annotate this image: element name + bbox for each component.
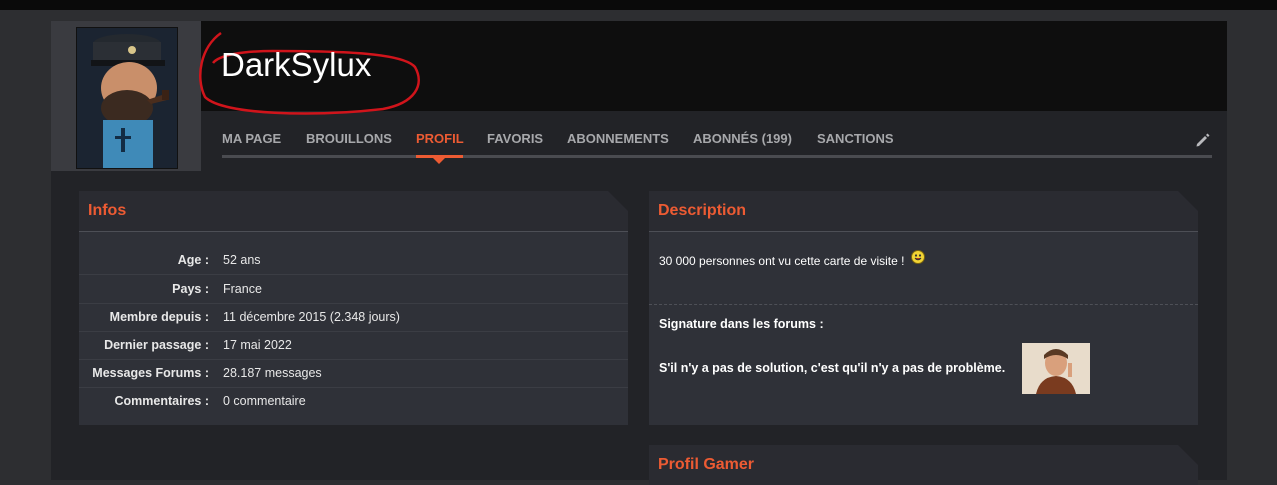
tab-sanctions[interactable]: SANCTIONS	[817, 131, 894, 146]
username: DarkSylux	[221, 46, 372, 83]
info-value: 0 commentaire	[223, 394, 306, 408]
signature-text: S'il n'y a pas de solution, c'est qu'il …	[659, 361, 1006, 375]
description-text: 30 000 personnes ont vu cette carte de v…	[659, 250, 925, 268]
tab-abonnements[interactable]: ABONNEMENTS	[567, 131, 669, 146]
top-bar	[0, 0, 1277, 10]
tab-abonnes[interactable]: ABONNÉS (199)	[693, 131, 792, 146]
info-row-age: Age : 52 ans	[79, 246, 628, 275]
signature-image	[1022, 343, 1090, 394]
description-text-content: 30 000 personnes ont vu cette carte de v…	[659, 254, 905, 268]
panel-corner	[1178, 445, 1198, 465]
info-label: Pays :	[172, 282, 209, 296]
active-tab-arrow	[433, 158, 445, 164]
tab-divider	[222, 155, 1212, 158]
avatar[interactable]	[76, 27, 178, 169]
panel-corner	[608, 191, 628, 211]
tab-ma-page[interactable]: MA PAGE	[222, 131, 281, 146]
info-row-membre-depuis: Membre depuis : 11 décembre 2015 (2.348 …	[79, 303, 628, 332]
infos-panel: Infos Age : 52 ans Pays : France Membre …	[79, 191, 628, 425]
profil-gamer-title: Profil Gamer	[658, 456, 755, 473]
info-value: 17 mai 2022	[223, 338, 292, 352]
avatar-frame	[51, 21, 201, 171]
smiley-icon	[910, 250, 925, 264]
info-row-pays: Pays : France	[79, 275, 628, 304]
divider	[649, 304, 1198, 305]
infos-panel-header: Infos	[79, 191, 628, 232]
profil-gamer-header: Profil Gamer	[649, 445, 1198, 485]
info-label: Messages Forums :	[92, 366, 209, 380]
info-label: Age :	[177, 253, 209, 267]
tab-brouillons[interactable]: BROUILLONS	[306, 131, 392, 146]
infos-title: Infos	[88, 202, 127, 219]
profil-gamer-panel: Profil Gamer	[649, 445, 1198, 485]
info-label: Dernier passage :	[104, 338, 209, 352]
info-label: Commentaires :	[114, 394, 209, 408]
panel-corner	[1178, 191, 1198, 211]
info-row-dernier-passage: Dernier passage : 17 mai 2022	[79, 331, 628, 360]
info-value: France	[223, 282, 262, 296]
info-value: 28.187 messages	[223, 366, 322, 380]
description-panel-header: Description	[649, 191, 1198, 232]
description-title: Description	[658, 202, 747, 219]
info-row-messages-forums: Messages Forums : 28.187 messages	[79, 359, 628, 388]
tab-favoris[interactable]: FAVORIS	[487, 131, 543, 146]
tab-profil[interactable]: PROFIL	[416, 131, 464, 146]
info-label: Membre depuis :	[109, 310, 209, 324]
info-value: 52 ans	[223, 253, 261, 267]
description-panel: Description 30 000 personnes ont vu cett…	[649, 191, 1198, 425]
info-value: 11 décembre 2015 (2.348 jours)	[223, 310, 400, 324]
signature-label: Signature dans les forums :	[659, 317, 824, 331]
pencil-icon[interactable]	[1195, 133, 1210, 148]
info-row-commentaires: Commentaires : 0 commentaire	[79, 387, 628, 415]
